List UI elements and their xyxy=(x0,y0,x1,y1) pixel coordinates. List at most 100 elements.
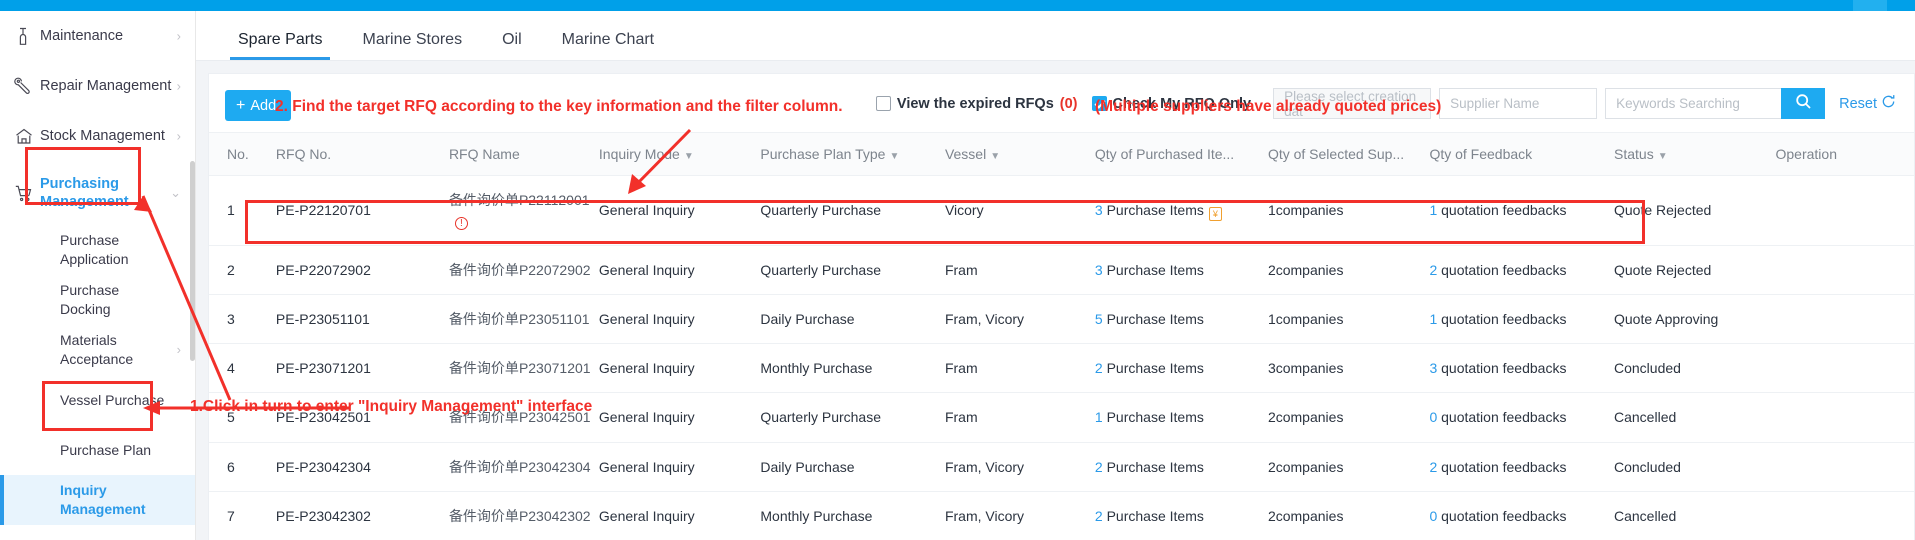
cell-rfq-no[interactable]: PE-P23071201 xyxy=(275,343,449,394)
table-row[interactable]: 4 PE-P23071201 备件询价单P23071201 General Inqui… xyxy=(209,343,1914,394)
tab-marine-chart[interactable]: Marine Chart xyxy=(542,31,674,60)
cell-qty-selected-suppliers[interactable]: 1companies xyxy=(1267,175,1430,246)
cell-qty-purchased-items[interactable]: 3 Purchase Items ¥ xyxy=(1094,175,1268,246)
cell-qty-feedback[interactable]: 2 quotation feedbacks xyxy=(1429,245,1614,295)
qty-suppliers-count: 1 xyxy=(1267,310,1276,327)
rfq-name-prefix: 备件询价单 xyxy=(448,409,519,426)
sidebar-item-label: Stock Management xyxy=(40,127,165,144)
checkbox-box-checked[interactable] xyxy=(1091,96,1107,111)
checkbox-box[interactable] xyxy=(875,96,891,111)
cell-rfq-no[interactable]: PE-P23042304 xyxy=(275,442,449,493)
cell-operation[interactable] xyxy=(1775,442,1914,493)
warning-circle-icon[interactable]: ! xyxy=(454,217,468,231)
cell-qty-selected-suppliers[interactable]: 2companies xyxy=(1267,245,1430,295)
sidebar-item-maintenance[interactable]: Maintenance › xyxy=(0,11,195,61)
cell-qty-selected-suppliers[interactable]: 3companies xyxy=(1267,343,1430,394)
table-row[interactable]: 5 PE-P23042501 备件询价单P23042501 General Inqui… xyxy=(209,392,1914,443)
cell-rfq-name: 备件询价单P23051101 xyxy=(448,294,599,345)
search-icon xyxy=(1795,93,1812,115)
cell-qty-feedback[interactable]: 1 quotation feedbacks xyxy=(1429,294,1614,345)
col-inquiry-mode[interactable]: Inquiry Mode ▼ xyxy=(598,132,761,176)
supplier-name-field[interactable]: Supplier Name xyxy=(1439,88,1598,119)
cell-operation[interactable] xyxy=(1775,294,1914,345)
creation-date-field[interactable]: Please select creation dat xyxy=(1273,88,1432,119)
qty-purchased-items-count: 2 xyxy=(1094,508,1103,525)
sidebar-subitem-materials-acceptance[interactable]: Materials Acceptance › xyxy=(0,325,195,375)
cell-qty-purchased-items[interactable]: 2 Purchase Items xyxy=(1094,343,1268,394)
cell-qty-feedback[interactable]: 0 quotation feedbacks xyxy=(1429,392,1614,443)
cell-rfq-no[interactable]: PE-P23042501 xyxy=(275,392,449,443)
cell-rfq-no[interactable]: PE-P23042302 xyxy=(275,491,449,540)
sidebar-subitem-purchase-docking[interactable]: Purchase Docking xyxy=(0,275,195,325)
sidebar-item-repair-management[interactable]: Repair Management › xyxy=(0,61,195,111)
cell-operation[interactable] xyxy=(1775,491,1914,540)
chevron-down-icon[interactable]: ▼ xyxy=(889,151,899,162)
qty-feedback-count: 0 xyxy=(1429,508,1438,525)
sidebar-subitem-vessel-purchase[interactable]: Vessel Purchase xyxy=(0,375,195,425)
keywords-placeholder: Keywords Searching xyxy=(1616,96,1740,111)
cell-no: 7 xyxy=(209,491,276,540)
col-purchase-plan-type[interactable]: Purchase Plan Type ▼ xyxy=(760,132,945,176)
cell-operation[interactable] xyxy=(1775,175,1914,246)
qty-suppliers-count: 2 xyxy=(1267,409,1276,426)
sidebar-subitem-inquiry-management[interactable]: Inquiry Management xyxy=(0,475,195,525)
sidebar-item-purchasing-management[interactable]: Purchasing Management ⌄ xyxy=(0,161,195,225)
cell-qty-selected-suppliers[interactable]: 2companies xyxy=(1267,392,1430,443)
check-my-rfq-only-checkbox[interactable]: Check My RFQ Only xyxy=(1091,96,1251,112)
qty-purchased-items-count: 2 xyxy=(1094,458,1103,475)
sidebar-subitem-purchase-application[interactable]: Purchase Application xyxy=(0,225,195,275)
col-vessel[interactable]: Vessel ▼ xyxy=(944,132,1095,176)
table-row[interactable]: 3 PE-P23051101 备件询价单P23051101 General Inqui… xyxy=(209,294,1914,345)
cell-qty-purchased-items[interactable]: 1 Purchase Items xyxy=(1094,392,1268,443)
table-row[interactable]: 6 PE-P23042304 备件询价单P23042304 General Inqui… xyxy=(209,442,1914,493)
tab-marine-stores[interactable]: Marine Stores xyxy=(342,31,482,60)
view-expired-rfqs-label: View the expired RFQs xyxy=(896,95,1054,112)
order-badge-icon[interactable]: ¥ xyxy=(1208,207,1222,222)
cell-qty-feedback[interactable]: 0 quotation feedbacks xyxy=(1429,491,1614,540)
cell-qty-feedback[interactable]: 3 quotation feedbacks xyxy=(1429,343,1614,394)
tab-label: Marine Stores xyxy=(362,31,463,48)
tab-spare-parts[interactable]: Spare Parts xyxy=(218,31,342,60)
qty-suppliers-count: 2 xyxy=(1267,508,1276,525)
cell-operation[interactable] xyxy=(1775,392,1914,443)
view-expired-rfqs-checkbox[interactable]: View the expired RFQs (0) xyxy=(875,95,1078,112)
cell-qty-selected-suppliers[interactable]: 2companies xyxy=(1267,442,1430,493)
chevron-down-icon[interactable]: ▼ xyxy=(1658,151,1668,162)
table-row[interactable]: 1 PE-P22120701 备件询价单P22112001! General Inqu… xyxy=(209,175,1914,246)
chevron-down-icon[interactable]: ▼ xyxy=(990,151,1000,162)
add-button[interactable]: + Add xyxy=(225,90,292,121)
cell-rfq-no[interactable]: PE-P22072902 xyxy=(275,245,449,295)
table-row[interactable]: 7 PE-P23042302 备件询价单P23042302 General Inqui… xyxy=(209,491,1914,540)
sidebar-subitem-purchase-plan[interactable]: Purchase Plan xyxy=(0,425,195,475)
cell-qty-feedback[interactable]: 1 quotation feedbacks xyxy=(1429,175,1614,246)
add-button-label: Add xyxy=(250,97,277,114)
chevron-down-icon[interactable]: ▼ xyxy=(684,151,694,162)
cell-qty-selected-suppliers[interactable]: 1companies xyxy=(1267,294,1430,345)
cell-purchase-plan-type: Daily Purchase xyxy=(760,442,945,493)
tab-oil[interactable]: Oil xyxy=(482,31,542,60)
table-row[interactable]: 2 PE-P22072902 备件询价单P22072902 General Inqui… xyxy=(209,245,1914,295)
cell-operation[interactable] xyxy=(1775,343,1914,394)
cell-rfq-name: 备件询价单P22072902 xyxy=(448,245,599,295)
cell-rfq-no[interactable]: PE-P22120701 xyxy=(275,175,449,246)
search-button[interactable] xyxy=(1781,88,1826,119)
cell-rfq-name: 备件询价单P23042304 xyxy=(448,442,599,493)
col-status[interactable]: Status ▼ xyxy=(1614,132,1776,176)
keywords-search-input[interactable]: Keywords Searching xyxy=(1605,88,1782,119)
cell-no: 3 xyxy=(209,294,276,345)
cell-operation[interactable] xyxy=(1775,245,1914,295)
rfq-name-prefix: 备件询价单 xyxy=(448,192,519,208)
cell-qty-purchased-items[interactable]: 2 Purchase Items xyxy=(1094,442,1268,493)
cell-qty-selected-suppliers[interactable]: 2companies xyxy=(1267,491,1430,540)
cell-qty-purchased-items[interactable]: 3 Purchase Items xyxy=(1094,245,1268,295)
cell-rfq-no[interactable]: PE-P23051101 xyxy=(275,294,449,345)
sidebar-scrollbar[interactable] xyxy=(190,161,195,361)
qty-suppliers-text: companies xyxy=(1275,310,1344,327)
cell-qty-purchased-items[interactable]: 5 Purchase Items xyxy=(1094,294,1268,345)
cell-qty-purchased-items[interactable]: 2 Purchase Items xyxy=(1094,491,1268,540)
sidebar-item-stock-management[interactable]: Stock Management › xyxy=(0,111,195,161)
qty-suppliers-text: companies xyxy=(1275,360,1344,377)
reset-button[interactable]: Reset xyxy=(1839,94,1896,113)
cell-qty-feedback[interactable]: 2 quotation feedbacks xyxy=(1429,442,1614,493)
cell-rfq-name: 备件询价单P23042302 xyxy=(448,491,599,540)
